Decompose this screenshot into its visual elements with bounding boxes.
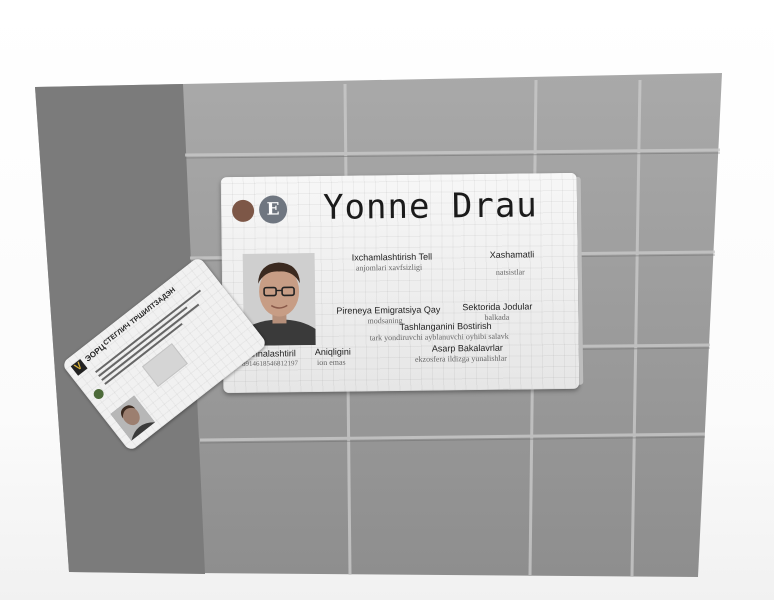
globe-icon — [91, 386, 106, 402]
field-value: tark yondiruvchi ayblanuvchi oyhibi sala… — [369, 331, 509, 343]
field-label: Xashamatli — [489, 249, 535, 260]
holder-name: Yonne Drau — [322, 185, 539, 228]
brown-seal-icon — [231, 199, 255, 223]
badge-icon: V — [70, 358, 88, 376]
field-label: Sektorida Jodular — [462, 301, 533, 313]
field-value: ekzosfera ildizga yunalishlar — [414, 353, 507, 364]
field-label: Aniqligini — [314, 346, 351, 358]
scene: E Yonne Drau Ixchamlashtirish Tell anjom… — [0, 0, 774, 600]
field-label: Ixchamlashtirish Tell — [351, 251, 433, 263]
field-value: anjomlari xavfsizligi — [355, 262, 423, 273]
small-holder-photo — [110, 395, 156, 441]
field-label: Tashlanganini Bostirish — [399, 320, 492, 333]
id-card: E Yonne Drau Ixchamlashtirish Tell anjom… — [220, 172, 584, 394]
field-value: modsaning — [367, 315, 403, 326]
field-label: Asarp Bakalavrlar — [431, 342, 503, 354]
field-value: 8914618546812197 — [241, 359, 299, 368]
field-label: Pireneya Emigratsiya Qay — [336, 304, 441, 316]
field-value: ion emas — [316, 357, 346, 368]
e-logo-icon: E — [258, 195, 288, 224]
field-value: natsistlar — [495, 267, 525, 277]
